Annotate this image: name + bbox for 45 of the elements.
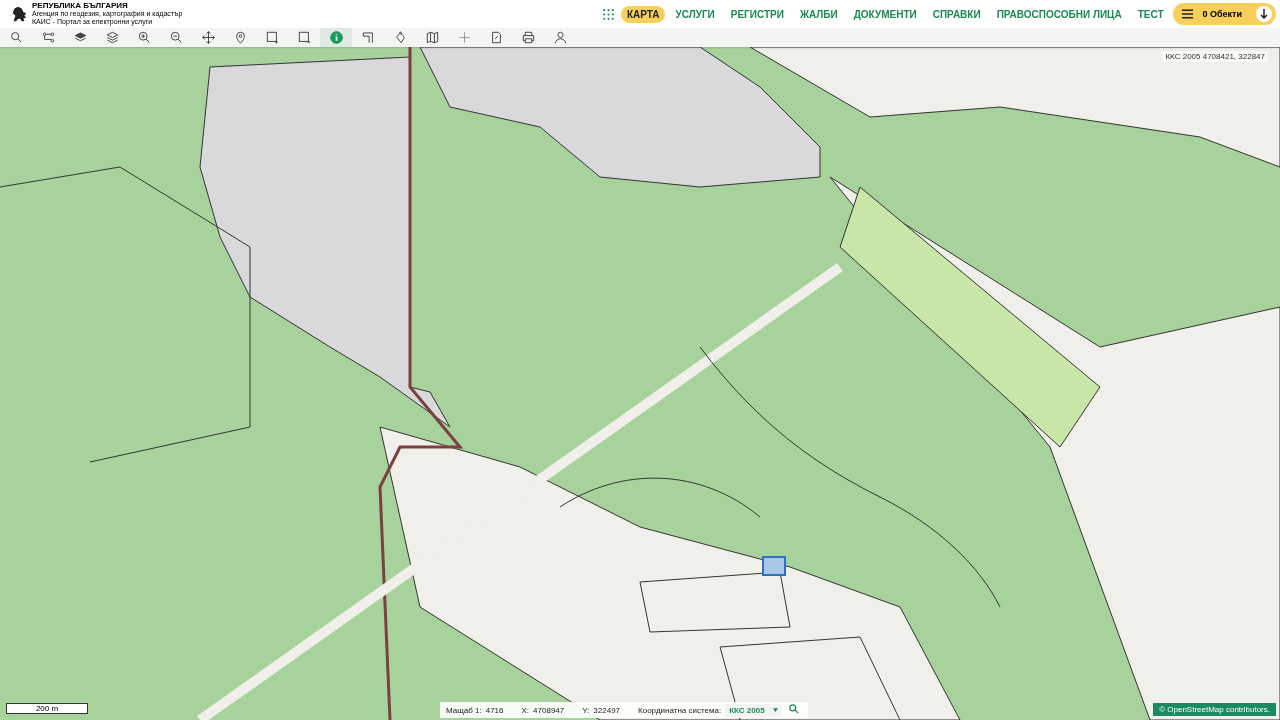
nav-link[interactable]: РЕГИСТРИ bbox=[724, 5, 790, 23]
y-label: Y: bbox=[582, 705, 590, 715]
layers-filled-icon bbox=[73, 31, 87, 44]
crs-dropdown[interactable]: ККС 2005 bbox=[725, 703, 782, 717]
download-icon bbox=[1256, 6, 1272, 22]
nav-link[interactable]: УСЛУГИ bbox=[669, 5, 721, 23]
document-icon bbox=[489, 31, 503, 44]
nav-link[interactable]: КАРТА bbox=[620, 5, 666, 23]
cursor-coordinates: ККС 2005 4708421, 322847 bbox=[1162, 51, 1268, 62]
info-icon bbox=[329, 31, 343, 44]
logo-title: РЕПУБЛИКА БЪЛГАРИЯ bbox=[32, 2, 129, 10]
nav-link[interactable]: ТЕСТ bbox=[1131, 5, 1170, 23]
y-value: 322497 bbox=[593, 705, 621, 715]
zoom-in-icon bbox=[137, 31, 151, 44]
polygon-icon bbox=[393, 31, 407, 44]
select-area-icon bbox=[265, 31, 279, 44]
search-icon bbox=[9, 31, 23, 44]
search-icon bbox=[787, 703, 800, 715]
apps-grid-icon[interactable] bbox=[601, 7, 615, 21]
lion-emblem-icon bbox=[10, 4, 28, 24]
cross-icon bbox=[457, 31, 471, 44]
scale-bar: 200 m bbox=[6, 703, 88, 714]
menu-icon bbox=[1181, 9, 1195, 19]
x-value: 4708947 bbox=[533, 705, 565, 715]
map-icon bbox=[425, 31, 439, 44]
crs-label: Координатна система: bbox=[638, 705, 722, 715]
objects-button[interactable]: 0 Обекти bbox=[1173, 3, 1276, 25]
zoom-out-icon bbox=[169, 31, 183, 44]
scale-label: Мащаб 1: bbox=[446, 705, 482, 715]
route-icon bbox=[41, 31, 55, 44]
caret-icon bbox=[772, 708, 778, 712]
nav-link[interactable]: ПРАВОСПОСОБНИ ЛИЦА bbox=[990, 5, 1128, 23]
layers-icon bbox=[105, 31, 119, 44]
user-icon bbox=[553, 31, 567, 44]
nav-link[interactable]: ДОКУМЕНТИ bbox=[847, 5, 923, 23]
scale-value: 4716 bbox=[485, 705, 504, 715]
map-attribution: © OpenStreetMap contributors. bbox=[1153, 703, 1276, 716]
deselect-area-icon bbox=[297, 31, 311, 44]
corner-icon bbox=[361, 31, 375, 44]
x-label: X: bbox=[521, 705, 530, 715]
print-icon bbox=[521, 31, 535, 44]
pin-icon bbox=[233, 31, 247, 44]
pan-icon bbox=[201, 31, 215, 44]
nav-link[interactable]: ЖАЛБИ bbox=[793, 5, 844, 23]
nav-link[interactable]: СПРАВКИ bbox=[926, 5, 987, 23]
